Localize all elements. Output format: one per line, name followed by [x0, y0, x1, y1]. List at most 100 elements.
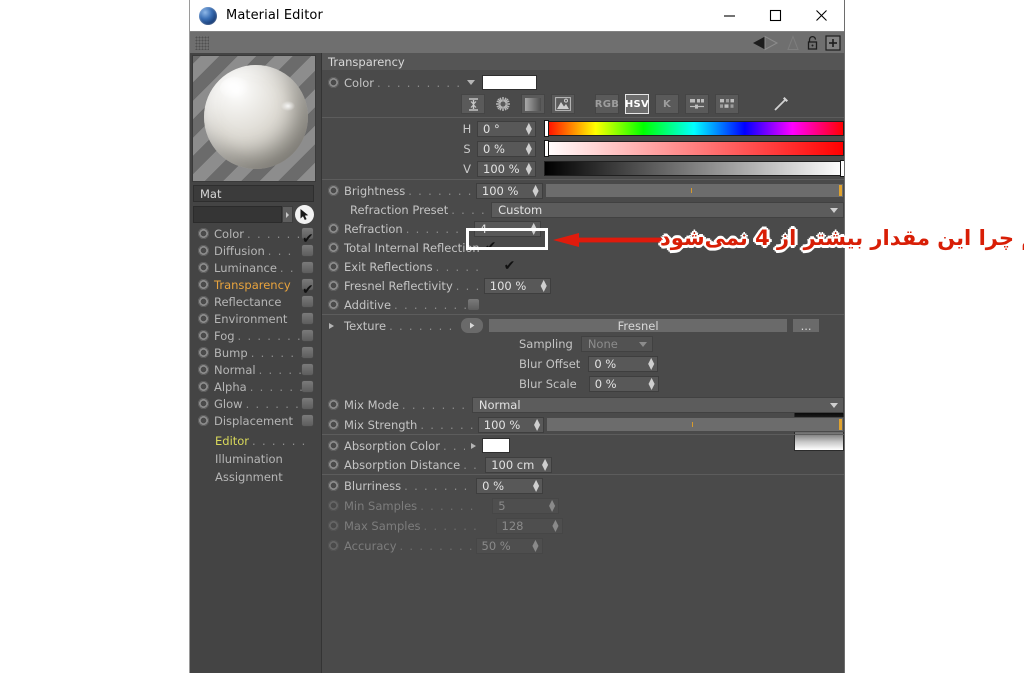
sidebar-item-environment[interactable]: Environment — [190, 310, 322, 327]
sidebar-item-illumination[interactable]: Illumination — [190, 450, 322, 467]
channel-knob-icon[interactable] — [198, 262, 209, 273]
channel-checkbox[interactable] — [302, 347, 313, 358]
parameter-knob-icon[interactable] — [328, 223, 339, 234]
lock-icon[interactable] — [806, 35, 820, 51]
play-icon[interactable] — [460, 317, 485, 334]
sidebar-item-reflectance[interactable]: Reflectance — [190, 293, 322, 310]
value-gradient-slider[interactable] — [543, 161, 844, 176]
search-input[interactable] — [193, 206, 282, 223]
color-wheel-icon[interactable] — [491, 94, 515, 114]
exit-reflections-checkbox[interactable]: ✔ — [504, 259, 516, 273]
parameter-knob-icon[interactable] — [328, 419, 339, 430]
channel-checkbox[interactable] — [302, 364, 313, 375]
parameter-knob-icon[interactable] — [328, 185, 339, 196]
blur-offset-input[interactable]: 0 % ▲ ▼ — [588, 355, 659, 372]
hue-input[interactable]: 0 ° ▲ ▼ — [477, 120, 536, 137]
hue-gradient-slider[interactable] — [543, 121, 844, 136]
value-input[interactable]: 100 % ▲ ▼ — [477, 160, 536, 177]
drag-grip-icon[interactable] — [195, 36, 209, 50]
parameter-knob-icon[interactable] — [328, 242, 339, 253]
parameter-knob-icon[interactable] — [328, 459, 339, 470]
rgb-button[interactable]: RGB — [595, 94, 619, 114]
blur-scale-input[interactable]: 0 % ▲ ▼ — [588, 375, 659, 392]
channel-checkbox[interactable] — [302, 262, 313, 273]
texture-browse-button[interactable]: ... — [792, 318, 821, 333]
channel-knob-icon[interactable] — [198, 245, 209, 256]
maximize-icon[interactable] — [752, 0, 798, 31]
image-icon[interactable] — [551, 94, 575, 114]
absorption-distance-input[interactable]: 100 cm ▲ ▼ — [485, 456, 553, 473]
channel-checkbox[interactable]: ✔ — [302, 279, 314, 297]
close-icon[interactable] — [798, 0, 844, 31]
sidebar-item-transparency[interactable]: Transparency ✔ — [190, 276, 322, 297]
channel-checkbox[interactable] — [302, 330, 313, 341]
spectrum-icon[interactable] — [461, 94, 485, 114]
channel-knob-icon[interactable] — [198, 347, 209, 358]
channel-checkbox[interactable] — [302, 296, 313, 307]
parameter-knob-icon[interactable] — [328, 480, 339, 491]
minimize-icon[interactable] — [706, 0, 752, 31]
gradient-icon[interactable] — [521, 94, 545, 114]
chevron-right-icon[interactable] — [282, 206, 293, 223]
mix-strength-input[interactable]: 100 % ▲ ▼ — [477, 416, 545, 433]
chevron-down-icon[interactable] — [467, 80, 476, 85]
saturation-gradient-slider[interactable] — [543, 141, 844, 156]
channel-knob-icon[interactable] — [198, 398, 209, 409]
saturation-input[interactable]: 0 % ▲ ▼ — [477, 140, 536, 157]
pointer-icon[interactable] — [295, 205, 314, 224]
forward-arrow-icon[interactable] — [785, 35, 801, 51]
expand-triangle-icon[interactable] — [329, 322, 334, 329]
parameter-knob-icon[interactable] — [328, 261, 339, 272]
sidebar-item-color[interactable]: Color . . . . . . ✔ — [190, 225, 322, 246]
parameter-knob-icon[interactable] — [328, 440, 339, 451]
channel-knob-icon[interactable] — [198, 296, 209, 307]
sidebar-item-normal[interactable]: Normal . . . . . — [190, 361, 322, 378]
channel-knob-icon[interactable] — [198, 364, 209, 375]
back-arrow-icon[interactable] — [750, 35, 780, 51]
refraction-preset-dropdown[interactable]: Custom — [491, 201, 844, 218]
material-preview[interactable] — [192, 55, 316, 182]
texture-shader-field[interactable]: Fresnel — [488, 318, 789, 333]
sidebar-item-displacement[interactable]: Displacement — [190, 412, 322, 429]
mix-strength-slider[interactable] — [546, 417, 844, 432]
channel-knob-icon[interactable] — [198, 415, 209, 426]
eyedropper-icon[interactable] — [769, 94, 793, 114]
parameter-knob-icon[interactable] — [328, 299, 339, 310]
channel-knob-icon[interactable] — [198, 330, 209, 341]
sidebar-item-diffusion[interactable]: Diffusion . . . — [190, 242, 322, 259]
additive-checkbox[interactable] — [468, 299, 480, 310]
brightness-input[interactable]: 100 % ▲ ▼ — [475, 182, 543, 199]
brightness-slider[interactable] — [544, 183, 844, 198]
fresnel-reflectivity-input[interactable]: 100 % ▲ ▼ — [483, 277, 551, 294]
sidebar-item-fog[interactable]: Fog . . . . . . . . — [190, 327, 322, 344]
sidebar-item-bump[interactable]: Bump . . . . . . — [190, 344, 322, 361]
mix-mode-dropdown[interactable]: Normal — [471, 396, 844, 413]
channel-knob-icon[interactable] — [198, 313, 209, 324]
sidebar-item-assignment[interactable]: Assignment — [190, 468, 322, 485]
hsv-button[interactable]: HSV — [625, 94, 649, 114]
channel-checkbox[interactable]: ✔ — [302, 228, 314, 246]
channel-checkbox[interactable] — [302, 415, 313, 426]
color-swatch[interactable] — [482, 75, 538, 90]
channel-checkbox[interactable] — [302, 398, 313, 409]
sampling-dropdown[interactable]: None — [580, 335, 653, 352]
parameter-knob-icon[interactable] — [328, 280, 339, 291]
sidebar-item-alpha[interactable]: Alpha . . . . . . — [190, 378, 322, 395]
channel-checkbox[interactable] — [302, 381, 313, 392]
parameter-knob-icon[interactable] — [328, 399, 339, 410]
sidebar-item-editor[interactable]: Editor . . . . . . — [190, 432, 322, 449]
blurriness-input[interactable]: 0 % ▲ ▼ — [476, 477, 544, 494]
sliders-icon[interactable] — [685, 94, 709, 114]
swatches-icon[interactable] — [715, 94, 739, 114]
add-icon[interactable] — [825, 35, 841, 51]
kelvin-button[interactable]: K — [655, 94, 679, 114]
channel-knob-icon[interactable] — [198, 279, 209, 290]
absorption-color-swatch[interactable] — [481, 438, 510, 453]
chevron-right-icon[interactable] — [470, 442, 476, 449]
channel-knob-icon[interactable] — [198, 228, 209, 239]
material-name-field[interactable]: Mat — [193, 185, 314, 202]
channel-checkbox[interactable] — [302, 313, 313, 324]
sidebar-item-glow[interactable]: Glow . . . . . . . — [190, 395, 322, 412]
sidebar-item-luminance[interactable]: Luminance . . — [190, 259, 322, 276]
channel-checkbox[interactable] — [302, 245, 313, 256]
